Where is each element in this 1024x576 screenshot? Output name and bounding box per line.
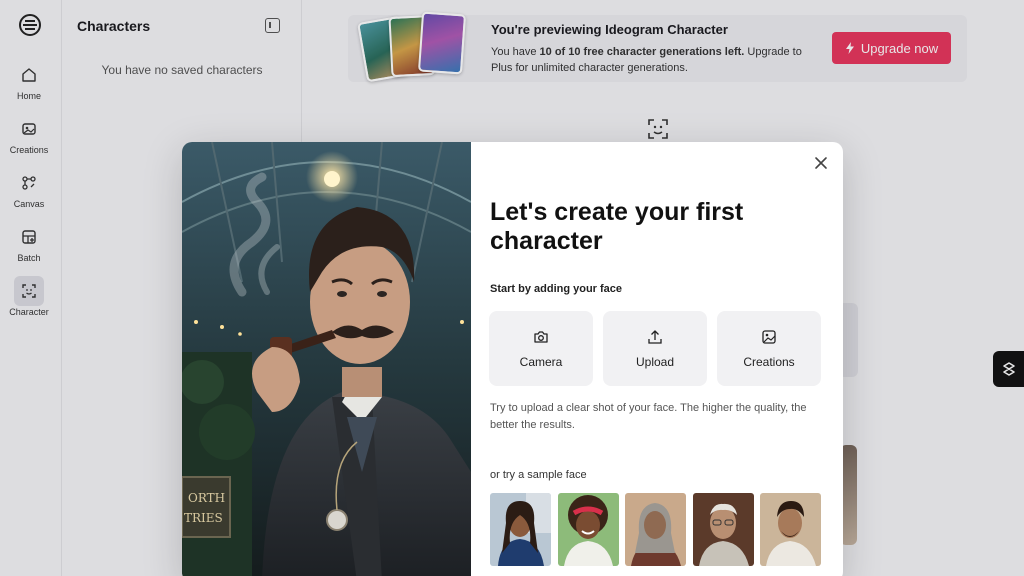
upload-icon [648,329,662,344]
hero-illustration: ORTH TRIES [182,142,471,576]
upload-option-button[interactable]: Upload [603,311,707,386]
create-character-modal: ORTH TRIES Let's create your first chara… [182,142,843,576]
modal-subtitle: Start by adding your face [490,283,623,295]
sample-face-2[interactable] [558,493,619,566]
option-label: Creations [743,354,795,369]
hero-sign-text: TRIES [184,511,223,525]
upload-hint-text: Try to upload a clear shot of your face.… [490,402,807,431]
camera-icon [534,330,548,343]
creations-option-button[interactable]: Creations [717,311,821,386]
sample-face-3[interactable] [625,493,686,566]
sample-face-1[interactable] [490,493,551,566]
camera-option-button[interactable]: Camera [489,311,593,386]
hero-sign-text: ORTH [188,491,225,505]
option-label: Upload [635,354,675,369]
sample-face-label: or try a sample face [490,469,587,481]
modal-title: Let's create your first character [490,198,744,255]
sample-face-4[interactable] [693,493,754,566]
sample-face-5[interactable] [760,493,821,566]
image-icon [762,329,776,344]
option-label: Camera [519,354,563,369]
close-icon[interactable] [812,154,830,172]
